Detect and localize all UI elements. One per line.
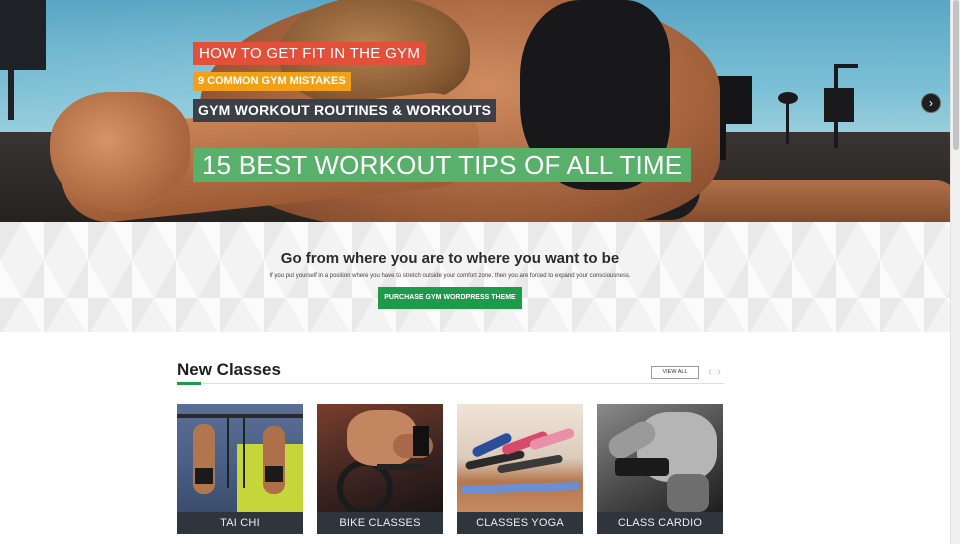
purchase-theme-button[interactable]: PURCHASE GYM WORDPRESS THEME bbox=[378, 287, 522, 309]
class-card-tai-chi[interactable]: TAI CHI bbox=[177, 404, 303, 534]
section-divider-accent bbox=[177, 382, 201, 385]
cta-title: Go from where you are to where you want … bbox=[280, 250, 620, 267]
hero-water-tower-leg bbox=[8, 60, 14, 120]
hero-street-sign bbox=[824, 88, 854, 122]
class-image-tai-chi bbox=[177, 404, 303, 512]
image-rope bbox=[243, 418, 245, 488]
class-image-class-cardio bbox=[597, 404, 723, 512]
carousel-next-icon[interactable]: › bbox=[715, 366, 723, 379]
new-classes-title: New Classes bbox=[177, 360, 281, 379]
hero-athlete-hands bbox=[50, 92, 190, 212]
cta-subtitle: If you put yourself in a position where … bbox=[269, 273, 631, 279]
class-card-label: CLASSES YOGA bbox=[457, 512, 583, 534]
image-shorts bbox=[195, 468, 213, 484]
chevron-right-icon: › bbox=[929, 96, 933, 110]
hero-street-lamp-arm bbox=[834, 64, 858, 68]
image-yoga-mat bbox=[460, 481, 580, 495]
hero-palm-trunk bbox=[786, 98, 789, 144]
class-card-classes-yoga[interactable]: CLASSES YOGA bbox=[457, 404, 583, 534]
class-card-label: BIKE CLASSES bbox=[317, 512, 443, 534]
image-athlete bbox=[263, 426, 285, 494]
hero-slider: HOW TO GET FIT IN THE GYM 9 COMMON GYM M… bbox=[0, 0, 950, 222]
image-bike-handle bbox=[377, 464, 423, 470]
section-divider bbox=[177, 383, 724, 384]
image-pullup-bar bbox=[177, 414, 303, 418]
class-image-bike-classes bbox=[317, 404, 443, 512]
hero-water-tower bbox=[0, 0, 46, 70]
cta-strip: Go from where you are to where you want … bbox=[0, 222, 950, 332]
image-shorts bbox=[265, 466, 283, 482]
class-card-label: TAI CHI bbox=[177, 512, 303, 534]
page-scrollbar[interactable] bbox=[950, 0, 960, 544]
carousel-prev-icon[interactable]: ‹ bbox=[706, 366, 714, 379]
slider-next-button[interactable]: › bbox=[921, 93, 941, 113]
image-dumbbell bbox=[615, 458, 669, 476]
view-all-button[interactable]: VIEW ALL bbox=[651, 366, 699, 379]
hero-street-lamp bbox=[834, 68, 838, 148]
hero-tag-how-to-get-fit[interactable]: HOW TO GET FIT IN THE GYM bbox=[193, 42, 427, 65]
image-yoga-person bbox=[528, 427, 576, 451]
image-rope bbox=[227, 418, 229, 488]
hero-tag-gym-mistakes[interactable]: 9 COMMON GYM MISTAKES bbox=[193, 72, 351, 91]
class-card-label: CLASS CARDIO bbox=[597, 512, 723, 534]
class-image-classes-yoga bbox=[457, 404, 583, 512]
image-glove bbox=[413, 426, 429, 456]
page: HOW TO GET FIT IN THE GYM 9 COMMON GYM M… bbox=[0, 0, 960, 544]
hero-tag-workout-routines[interactable]: GYM WORKOUT ROUTINES & WORKOUTS bbox=[193, 99, 497, 122]
class-card-bike-classes[interactable]: BIKE CLASSES bbox=[317, 404, 443, 534]
hero-tag-best-workout-tips[interactable]: 15 BEST WORKOUT TIPS OF ALL TIME bbox=[193, 148, 692, 182]
scrollbar-thumb[interactable] bbox=[953, 0, 959, 150]
image-athlete-leg bbox=[667, 474, 709, 512]
hero-palm-top bbox=[778, 92, 798, 104]
class-card-class-cardio[interactable]: CLASS CARDIO bbox=[597, 404, 723, 534]
